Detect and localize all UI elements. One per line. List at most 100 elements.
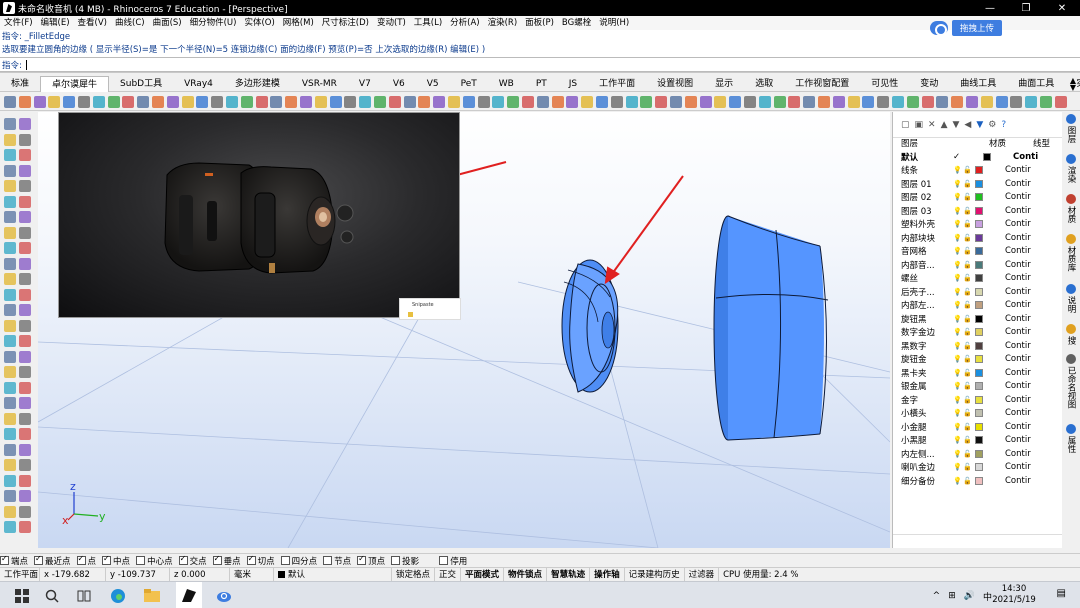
lock-icon[interactable]: 🔓 (963, 369, 973, 377)
left-tool-icon[interactable] (4, 366, 16, 378)
menu-item[interactable]: 网格(M) (279, 16, 318, 30)
toolbar-tool-icon[interactable] (773, 96, 786, 108)
osnap-checkbox[interactable] (102, 554, 112, 565)
left-tool-icon[interactable] (19, 521, 31, 533)
lightbulb-icon[interactable]: 💡 (953, 328, 963, 336)
new-sublayer-icon[interactable]: ▣ (915, 120, 924, 130)
left-tool-icon[interactable] (4, 195, 16, 208)
layer-color-swatch[interactable] (975, 220, 983, 229)
lightbulb-icon[interactable]: 💡 (953, 396, 963, 404)
lightbulb-icon[interactable]: 💡 (953, 166, 963, 174)
left-tool-icon[interactable] (4, 257, 16, 270)
layer-row[interactable]: 金字 💡 🔓 Contir (893, 393, 1062, 407)
volume-icon[interactable]: 🔊 (964, 591, 975, 601)
toolbar-tool-icon[interactable] (640, 96, 653, 108)
left-tool-icon[interactable] (4, 242, 16, 254)
toolbar-tool-icon[interactable] (433, 96, 446, 108)
menu-item[interactable]: 实体(O) (240, 16, 278, 30)
toolbar-tab[interactable]: 曲面工具 (1007, 76, 1065, 92)
toolbar-tool-icon[interactable] (610, 96, 623, 108)
toolbar-tool-icon[interactable] (966, 96, 978, 108)
osnap-checkbox[interactable] (439, 556, 449, 565)
toolbar-tool-icon[interactable] (492, 96, 505, 108)
lock-icon[interactable]: 🔓 (963, 355, 973, 363)
lock-icon[interactable]: 🔓 (963, 328, 973, 336)
toolbar-tool-icon[interactable] (1054, 96, 1067, 108)
toolbar-tab[interactable]: 显示 (704, 76, 744, 92)
osnap-4[interactable]: 中心点 (136, 555, 173, 567)
snipaste-popup[interactable]: Snipaste (399, 298, 461, 320)
layer-row[interactable]: 小橫头 💡 🔓 Contir (893, 407, 1062, 421)
toolbar-tab[interactable]: JS (558, 76, 588, 92)
toolbar-tool-icon[interactable] (847, 96, 860, 108)
osnap-checkbox[interactable] (391, 556, 401, 565)
toolbar-tool-icon[interactable] (995, 96, 1008, 108)
left-tool-icon[interactable] (4, 118, 16, 130)
side-tab-search[interactable]: 搜 (1064, 324, 1078, 345)
toolbar-tab[interactable]: V6 (382, 76, 416, 92)
lock-icon[interactable]: 🔓 (963, 274, 973, 282)
toolbar-tool-icon[interactable] (832, 96, 845, 108)
left-tool-icon[interactable] (4, 273, 16, 285)
lock-icon[interactable]: 🔓 (963, 234, 973, 242)
search-icon[interactable] (42, 586, 62, 606)
toolbar-tool-icon[interactable] (4, 96, 16, 108)
toolbar-tool-icon[interactable] (196, 96, 209, 108)
osnap-6[interactable]: 垂点 (212, 554, 241, 567)
osnap-checkbox[interactable] (212, 554, 222, 565)
network-icon[interactable]: ⊞ (948, 591, 956, 601)
osnap-checkbox[interactable] (0, 554, 9, 565)
tray-chevron-icon[interactable]: ^ (933, 591, 941, 601)
delete-layer-icon[interactable]: ✕ (928, 120, 936, 130)
close-button[interactable]: ✕ (1044, 0, 1080, 16)
lightbulb-icon[interactable]: 💡 (953, 274, 963, 282)
osnap-checkbox[interactable] (76, 554, 86, 565)
lightbulb-icon[interactable]: 💡 (953, 477, 963, 485)
units-label[interactable]: 毫米 (230, 567, 274, 582)
left-tool-icon[interactable] (19, 428, 31, 440)
toolbar-tab[interactable]: PeT (450, 76, 488, 92)
minimize-button[interactable]: — (972, 0, 1008, 16)
left-tool-icon[interactable] (4, 164, 16, 177)
lightbulb-icon[interactable]: 💡 (953, 288, 963, 296)
left-tool-icon[interactable] (19, 242, 31, 254)
osnap-3[interactable]: 中点 (102, 554, 130, 567)
system-clock[interactable]: 14:30 2021/5/19 (990, 584, 1038, 606)
toolbar-tab[interactable]: PT (525, 76, 558, 92)
toolbar-tool-icon[interactable] (906, 96, 919, 108)
osnap-7[interactable]: 切点 (246, 554, 275, 567)
layer-color-swatch[interactable] (975, 382, 983, 391)
osnap-checkbox[interactable] (246, 554, 256, 565)
upload-button[interactable]: 拖拽上传 (952, 19, 1002, 36)
toolbar-tool-icon[interactable] (300, 96, 312, 108)
toolbar-tool-icon[interactable] (536, 96, 549, 108)
left-tool-icon[interactable] (19, 288, 31, 301)
layer-row[interactable]: 小黑腿 💡 🔓 Contir (893, 434, 1062, 448)
layer-color-swatch[interactable] (975, 409, 983, 418)
lightbulb-icon[interactable]: 💡 (953, 463, 963, 471)
layer-color-swatch[interactable] (975, 233, 983, 242)
toolbar-tab[interactable]: SubD工具 (109, 76, 173, 92)
toolbar-tab[interactable]: 多边形建模 (224, 76, 291, 92)
toolbar-tool-icon[interactable] (270, 96, 283, 108)
toolbar-tool-icon[interactable] (729, 96, 742, 108)
gumball-toggle[interactable]: 操作轴 (590, 567, 625, 582)
toolbar-tool-icon[interactable] (107, 96, 120, 108)
radio-body-model[interactable] (713, 215, 829, 441)
lock-icon[interactable]: 🔓 (963, 409, 973, 417)
planar-toggle[interactable]: 平面模式 (461, 567, 505, 582)
layer-row[interactable]: 黑卡夹 💡 🔓 Contir (893, 366, 1062, 380)
layer-row[interactable]: 内部音... 💡 🔓 Contir (893, 258, 1062, 272)
osnap-toggle[interactable]: 物件锁点 (504, 567, 548, 582)
left-tool-icon[interactable] (4, 428, 16, 440)
toolbar-tool-icon[interactable] (566, 96, 579, 108)
lightbulb-icon[interactable]: 💡 (953, 369, 963, 377)
left-tool-icon[interactable] (4, 180, 16, 192)
filter-toggle[interactable]: 过滤器 (685, 567, 720, 582)
layer-color-swatch[interactable] (975, 476, 983, 485)
layer-row[interactable]: 螺丝 💡 🔓 Contir (893, 272, 1062, 286)
lightbulb-icon[interactable]: 💡 (953, 193, 963, 201)
cplane-label[interactable]: 工作平面 (0, 567, 40, 582)
toolbar-tab[interactable]: 标准 (0, 76, 40, 92)
move-up-icon[interactable]: ▲ (941, 120, 948, 130)
